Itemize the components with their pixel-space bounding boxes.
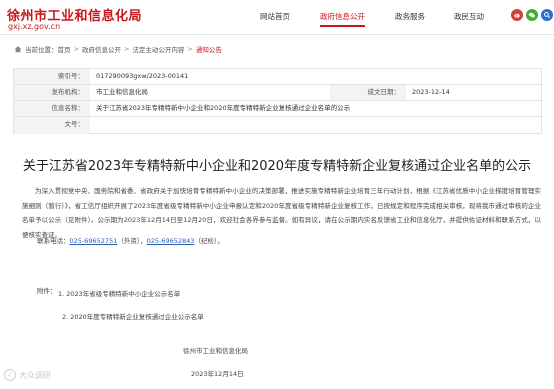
breadcrumb-separator: >: [73, 45, 79, 53]
article-title: 关于江苏省2023年专精特新中小企业和2020年度专精特新企业复核通过企业名单的…: [22, 159, 532, 174]
index-label: 索引号：: [14, 69, 90, 84]
header-divider: [0, 34, 554, 35]
watermark-text: 大众调研: [19, 370, 51, 380]
contact-line: 联系电话：025-69652751（外资），025-69652843（纪检）。: [37, 234, 224, 249]
breadcrumb-home[interactable]: 首页: [58, 44, 71, 54]
phone-link-2[interactable]: 025-69652843: [147, 237, 195, 245]
nav-gov-info[interactable]: 政府信息公开: [320, 11, 365, 27]
search-icon[interactable]: [541, 9, 553, 21]
title-value: 关于江苏省2023年专精特新中小企业和2020年度专精特新企业复核通过企业名单的…: [96, 104, 351, 112]
phone-link-1[interactable]: 025-69652751: [70, 237, 118, 245]
weibo-icon[interactable]: [511, 9, 523, 21]
breadcrumb-notices[interactable]: 通知公告: [196, 44, 222, 54]
nav-interaction[interactable]: 政民互动: [454, 11, 484, 22]
attachment-link-1[interactable]: 1. 2023年省级专精特新中小企业公示名单: [58, 288, 180, 298]
docno-value: [90, 117, 543, 132]
publisher-label: 发布机构：: [14, 85, 90, 100]
title-label: 信息名称：: [14, 101, 90, 116]
index-value: 017290093gxw/2023-00141: [96, 72, 189, 80]
document-info-table: 索引号： 017290093gxw/2023-00141 发布机构： 市工业和信…: [13, 68, 543, 134]
attachments-label: 附件：: [37, 287, 57, 295]
signature-org: 徐州市工业和信息化局: [183, 347, 248, 355]
info-row-publisher: 发布机构： 市工业和信息化局 成文日期： 2023-12-14: [14, 85, 543, 101]
signature-date: 2023年12月14日: [191, 370, 244, 378]
date-value: 2023-12-14: [412, 88, 450, 96]
attachments-line: 附件：: [37, 284, 57, 299]
watermark: ✓ 大众调研: [4, 369, 51, 381]
attachment-link-2[interactable]: 2. 2020年度专精特新企业复核通过企业公示名单: [62, 311, 204, 321]
site-header: 徐州市工业和信息化局 gxj.xz.gov.cn 网站首页 政府信息公开 政务服…: [0, 0, 554, 34]
nav-services[interactable]: 政务服务: [395, 11, 425, 22]
watermark-logo-icon: ✓: [4, 369, 16, 381]
info-row-title: 信息名称： 关于江苏省2023年专精特新中小企业和2020年度专精特新企业复核通…: [14, 101, 543, 117]
breadcrumb-separator: >: [187, 45, 193, 53]
contact-mid: （外资），: [117, 237, 147, 245]
docno-label: 文号：: [14, 117, 90, 134]
breadcrumb-prefix: 当前位置：: [25, 46, 58, 54]
breadcrumb-gov-info[interactable]: 政府信息公开: [82, 44, 121, 54]
wechat-icon[interactable]: [526, 9, 538, 21]
publisher-value: 市工业和信息化局: [96, 88, 148, 96]
info-row-index: 索引号： 017290093gxw/2023-00141: [14, 69, 543, 85]
date-label: 成文日期：: [330, 85, 406, 100]
contact-suffix: （纪检）。: [194, 237, 224, 245]
site-url: gxj.xz.gov.cn: [8, 22, 61, 31]
nav-home[interactable]: 网站首页: [260, 11, 290, 22]
home-icon: [14, 46, 22, 53]
breadcrumb-separator: >: [123, 45, 130, 53]
breadcrumb-statutory[interactable]: 法定主动公开内容: [132, 44, 184, 54]
info-row-docno: 文号：: [14, 117, 543, 134]
contact-prefix: 联系电话：: [37, 237, 70, 245]
breadcrumb: 当前位置： 首页 > 政府信息公开 > 法定主动公开内容 > 通知公告: [14, 44, 222, 54]
